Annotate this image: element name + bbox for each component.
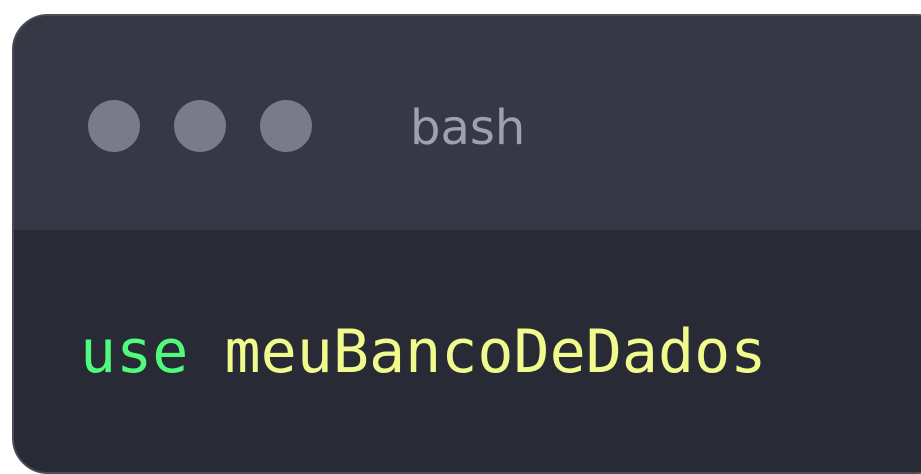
- command-argument: meuBancoDeDados: [224, 317, 767, 387]
- terminal-body[interactable]: use meuBancoDeDados: [14, 230, 921, 472]
- window-title: bash: [410, 100, 526, 156]
- command-line: use meuBancoDeDados: [80, 312, 766, 392]
- title-bar: bash: [14, 16, 921, 230]
- command-keyword: use: [80, 317, 189, 387]
- terminal-window: bash use meuBancoDeDados: [12, 14, 921, 474]
- minimize-window-button[interactable]: [174, 100, 226, 152]
- close-window-button[interactable]: [88, 100, 140, 152]
- maximize-window-button[interactable]: [260, 100, 312, 152]
